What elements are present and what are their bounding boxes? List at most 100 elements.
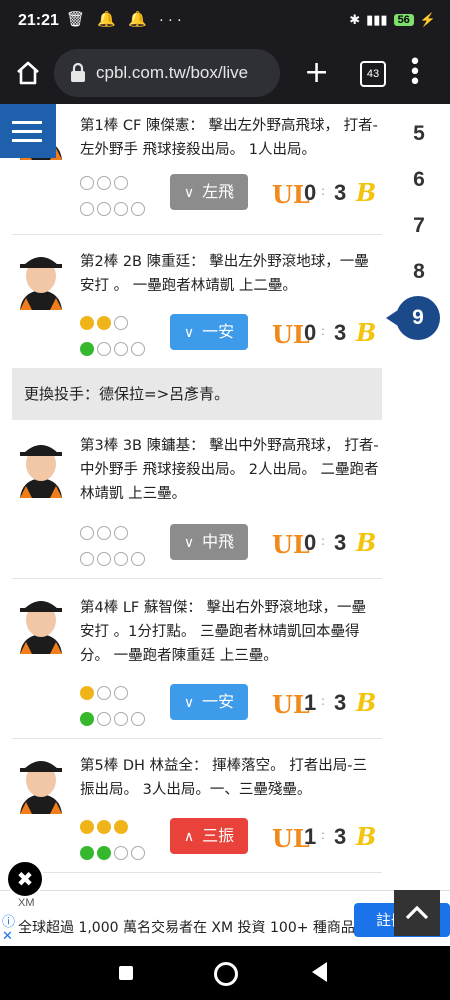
- bluetooth-icon: ✱: [349, 12, 361, 27]
- play-result-button[interactable]: ∨ 一安: [170, 314, 248, 350]
- base-dot: [97, 175, 111, 190]
- count-dot: [97, 845, 111, 860]
- count-dot: [97, 201, 111, 216]
- home-score: 3: [334, 180, 347, 205]
- chevron-down-icon: ∨: [183, 185, 195, 201]
- result-label: 三振: [202, 826, 235, 845]
- battery-icon: 56: [393, 14, 414, 26]
- home-score: 3: [334, 530, 347, 555]
- close-icon[interactable]: ✕: [2, 929, 13, 944]
- menu-toggle-button[interactable]: [0, 104, 56, 158]
- base-dot: [80, 819, 94, 834]
- status-time: 21:21: [18, 12, 59, 29]
- recents-button[interactable]: [119, 966, 133, 980]
- base-dot: [97, 525, 111, 540]
- system-nav-bar: [0, 946, 450, 1000]
- score-display: UL 0 : 3 B: [272, 526, 382, 562]
- lock-icon: [71, 62, 85, 82]
- hamburger-line: [12, 121, 42, 124]
- base-dot: [80, 175, 94, 190]
- count-dot: [80, 551, 94, 566]
- home-score: 3: [334, 824, 347, 849]
- ad-brand: XM: [18, 897, 35, 909]
- count-dot: [80, 341, 94, 356]
- player-avatar: [20, 257, 62, 310]
- home-team-logo: B: [356, 822, 377, 851]
- play-result-button[interactable]: ∨ 左飛: [170, 174, 248, 210]
- divider: [12, 738, 382, 739]
- play-result-button[interactable]: ∨ 一安: [170, 684, 248, 720]
- base-dot: [80, 685, 94, 700]
- result-label: 中飛: [202, 532, 235, 551]
- url-text: cpbl.com.tw/box/live: [96, 63, 249, 82]
- score-separator: :: [321, 324, 326, 338]
- url-bar[interactable]: cpbl.com.tw/box/live: [54, 49, 280, 97]
- base-dot: [80, 315, 94, 330]
- result-label: 一安: [202, 692, 235, 711]
- hamburger-line: [12, 130, 42, 133]
- count-dot: [131, 845, 145, 860]
- home-team-logo: B: [356, 318, 377, 347]
- play-description: 第1棒 CF 陳傑憲： 擊出左外野高飛球， 打者-左外野手 飛球接殺出局。 1人…: [80, 118, 378, 158]
- info-icon[interactable]: ⓘ: [2, 911, 15, 930]
- charging-icon: ⚡: [419, 12, 436, 27]
- count-dot: [80, 201, 94, 216]
- play-result-button[interactable]: ∧ 三振: [170, 818, 248, 854]
- away-score: 0: [304, 320, 317, 345]
- inning-link-6[interactable]: 6: [396, 168, 442, 192]
- inning-link-5[interactable]: 5: [396, 122, 442, 146]
- back-button[interactable]: [312, 962, 327, 982]
- inning-link-7[interactable]: 7: [396, 214, 442, 238]
- play-description: 第2棒 2B 陳重廷： 擊出左外野滾地球，一壘安打 。 一壘跑者林靖凱 上二壘。: [80, 254, 369, 294]
- player-avatar: [20, 761, 62, 814]
- inning-link-8[interactable]: 8: [396, 260, 442, 284]
- browser-toolbar: cpbl.com.tw/box/live + 43 • • •: [0, 44, 450, 104]
- chevron-up-icon: [405, 905, 429, 920]
- ad-banner[interactable]: ⓘ ✕ XM 全球超過 1,000 萬名交易者在 XM 投資 100+ 種商品 …: [0, 890, 450, 947]
- count-indicators: [80, 548, 148, 567]
- result-label: 左飛: [202, 182, 235, 201]
- inning-link-9[interactable]: 9: [396, 296, 440, 340]
- score-separator: :: [321, 694, 326, 708]
- score-display: UL 1 : 3 B: [272, 820, 382, 856]
- base-dot: [97, 685, 111, 700]
- home-nav-button[interactable]: [214, 962, 238, 986]
- overflow-menu-button[interactable]: • • •: [408, 52, 422, 94]
- score-separator: :: [321, 534, 326, 548]
- count-dot: [114, 341, 128, 356]
- divider: [12, 872, 382, 873]
- chevron-down-icon: ∨: [183, 535, 195, 551]
- more-vertical-icon: • • •: [408, 50, 422, 95]
- divider: [12, 234, 382, 235]
- play-description: 第4棒 LF 蘇智傑： 擊出右外野滾地球，一壘安打 。1分打點。 三壘跑者林靖凱…: [80, 600, 366, 664]
- base-indicators: [80, 816, 131, 835]
- new-tab-button[interactable]: +: [304, 58, 329, 88]
- count-dot: [114, 201, 128, 216]
- base-dot: [97, 315, 111, 330]
- close-ad-button[interactable]: ✖: [6, 860, 44, 898]
- system-icons: ✱ ▮▮▮ 56 ⚡: [349, 12, 436, 28]
- tab-switcher-button[interactable]: 43: [360, 61, 386, 87]
- count-dot: [131, 711, 145, 726]
- base-dot: [80, 525, 94, 540]
- count-dot: [97, 341, 111, 356]
- away-score: 0: [304, 180, 317, 205]
- notification-icons: 🗑 🔔 🔔 ···: [66, 11, 186, 28]
- score-display: UL 0 : 3 B: [272, 316, 382, 352]
- chevron-down-icon: ∨: [183, 325, 195, 341]
- play-description: 第5棒 DH 林益全： 揮棒落空。 打者出局-三振出局。 3人出局。一、三壘殘壘…: [80, 758, 367, 798]
- score-display: UL 0 : 3 B: [272, 176, 382, 212]
- base-dot: [97, 819, 111, 834]
- scroll-top-button[interactable]: [394, 890, 440, 936]
- home-button[interactable]: [14, 59, 42, 87]
- base-indicators: [80, 312, 131, 331]
- score-separator: :: [321, 828, 326, 842]
- base-dot: [114, 315, 128, 330]
- play-result-button[interactable]: ∨ 中飛: [170, 524, 248, 560]
- away-score: 1: [304, 824, 317, 849]
- home-team-logo: B: [356, 528, 377, 557]
- home-icon: [17, 61, 39, 85]
- count-dot: [131, 341, 145, 356]
- count-dot: [97, 551, 111, 566]
- base-indicators: [80, 682, 131, 701]
